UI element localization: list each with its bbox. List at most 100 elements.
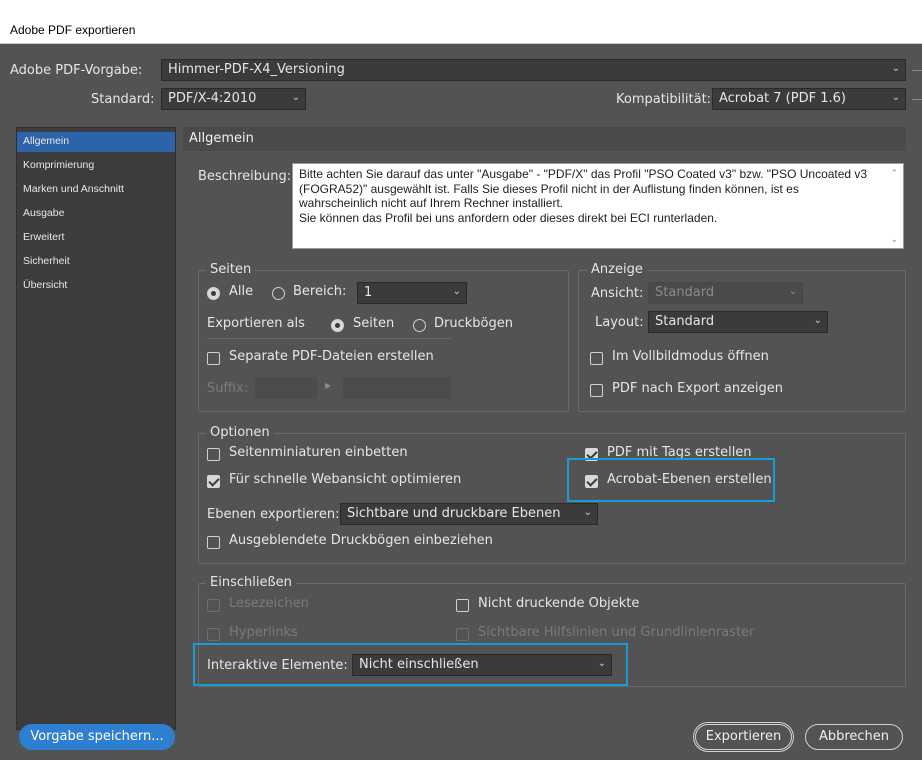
sidebar-item-label: Marken und Anschnitt [23,183,124,195]
cancel-label: Abbrechen [818,729,890,744]
description-textarea[interactable]: Bitte achten Sie darauf das unter "Ausga… [292,163,904,249]
export-layers-label: Ebenen exportieren: [207,507,340,522]
separate-pdf-label: Separate PDF-Dateien erstellen [229,349,434,364]
scroll-up-icon[interactable]: ⌃ [890,166,898,181]
window-edge-mark [912,70,922,71]
compat-select[interactable]: Acrobat 7 (PDF 1.6) ⌄ [712,88,906,110]
save-preset-button[interactable]: Vorgabe speichern... [19,724,175,750]
pages-radio-label: Seiten [353,316,395,331]
suffix-label: Suffix: [207,381,249,396]
standard-select[interactable]: PDF/X-4:2010 ⌄ [161,88,306,110]
range-input[interactable]: 1 ⌄ [357,282,467,304]
suffix-input[interactable] [255,377,317,399]
sidebar-item-erweitert[interactable]: Erweitert [17,228,175,248]
layout-select[interactable]: Standard ⌄ [648,311,828,333]
scroll-down-icon[interactable]: ⌄ [890,232,898,247]
sidebar-item-ausgabe[interactable]: Ausgabe [17,204,175,224]
cancel-button[interactable]: Abbrechen [805,724,903,750]
description-label: Beschreibung: [198,169,292,184]
save-preset-label: Vorgabe speichern... [30,729,164,744]
spreads-radio[interactable] [413,319,426,332]
sidebar-item-label: Allgemein [23,135,70,147]
sidebar-item-label: Übersicht [23,279,68,291]
highlight-frame-interactive [193,643,628,686]
sidebar-item-marken[interactable]: Marken und Anschnitt [17,180,175,200]
export-button[interactable]: Exportieren [695,724,792,750]
view-label: Ansicht: [591,286,644,301]
thumbnails-label: Seitenminiaturen einbetten [229,445,408,460]
chevron-down-icon: ⌄ [583,507,592,518]
compat-label: Kompatibilität: [616,92,712,107]
sidebar: Allgemein Komprimierung Marken und Ansch… [16,127,176,730]
chevron-down-icon: ⌄ [452,286,461,297]
section-header: Allgemein [183,127,906,151]
guides-checkbox[interactable] [456,628,469,641]
pages-legend: Seiten [206,262,256,277]
fast-web-checkbox[interactable] [207,475,220,488]
range-radio[interactable] [272,287,285,300]
thumbnails-checkbox[interactable] [207,448,220,461]
show-after-export-label: PDF nach Export anzeigen [612,381,783,396]
title-bar: Adobe PDF exportieren [0,0,922,44]
fast-web-label: Für schnelle Webansicht optimieren [229,472,462,487]
bookmarks-checkbox[interactable] [207,599,220,612]
hidden-spreads-checkbox[interactable] [207,536,220,549]
chevron-down-icon: ⌄ [291,92,300,103]
export-layers-value: Sichtbare und druckbare Ebenen [347,506,561,521]
chevron-down-icon: ⌄ [891,92,900,103]
all-pages-label: Alle [229,284,254,299]
compat-value: Acrobat 7 (PDF 1.6) [719,91,846,106]
fullscreen-checkbox[interactable] [590,352,603,365]
spreads-radio-label: Druckbögen [434,316,513,331]
options-legend: Optionen [206,425,274,440]
dialog-body: Adobe PDF-Vorgabe: Himmer-PDF-X4_Version… [0,44,922,760]
layout-value: Standard [655,314,715,329]
sidebar-item-label: Erweitert [23,231,65,243]
guides-label: Sichtbare Hilfslinien und Grundlinienras… [478,625,755,640]
nonprinting-checkbox[interactable] [456,599,469,612]
separate-pdf-checkbox[interactable] [207,352,220,365]
description-text: Bitte achten Sie darauf das unter "Ausga… [299,167,868,225]
export-as-label: Exportieren als [207,316,305,331]
preset-label: Adobe PDF-Vorgabe: [10,63,143,78]
sidebar-item-uebersicht[interactable]: Übersicht [17,276,175,296]
hidden-spreads-label: Ausgeblendete Druckbögen einbeziehen [229,533,493,548]
sidebar-item-sicherheit[interactable]: Sicherheit [17,252,175,272]
fullscreen-label: Im Vollbildmodus öffnen [612,349,769,364]
chevron-down-icon: ⌄ [891,63,900,74]
sidebar-item-label: Sicherheit [23,255,70,267]
standard-value: PDF/X-4:2010 [168,91,257,106]
sidebar-item-label: Ausgabe [23,207,65,219]
pages-radio[interactable] [331,319,344,332]
bookmarks-label: Lesezeichen [229,596,309,611]
view-select[interactable]: Standard ⌄ [648,282,803,304]
range-value: 1 [364,285,373,300]
hyperlinks-label: Hyperlinks [229,625,298,640]
sidebar-item-allgemein[interactable]: Allgemein [17,132,175,152]
include-legend: Einschließen [206,575,296,590]
hyperlinks-checkbox[interactable] [207,628,220,641]
preset-select[interactable]: Himmer-PDF-X4_Versioning ⌄ [161,59,906,81]
section-title: Allgemein [189,131,254,146]
chevron-down-icon: ⌄ [813,315,822,326]
sidebar-item-label: Komprimierung [23,159,95,171]
preset-value: Himmer-PDF-X4_Versioning [168,62,345,77]
export-label: Exportieren [705,729,782,744]
divider [207,338,451,339]
range-label: Bereich: [293,284,347,299]
chevron-down-icon: ⌄ [788,286,797,297]
view-value: Standard [655,285,715,300]
window-edge-mark [912,99,922,100]
show-after-export-checkbox[interactable] [590,384,603,397]
sidebar-item-komprimierung[interactable]: Komprimierung [17,156,175,176]
nonprinting-label: Nicht druckende Objekte [478,596,640,611]
all-pages-radio[interactable] [207,287,220,300]
window-title: Adobe PDF exportieren [10,23,136,37]
highlight-frame-layers [567,458,775,502]
export-layers-select[interactable]: Sichtbare und druckbare Ebenen ⌄ [340,503,598,525]
suffix-token-input[interactable] [343,377,451,399]
layout-label: Layout: [595,315,644,330]
standard-label: Standard: [91,92,155,107]
caret-right-icon: ▶ [325,381,332,390]
view-legend: Anzeige [587,262,647,277]
